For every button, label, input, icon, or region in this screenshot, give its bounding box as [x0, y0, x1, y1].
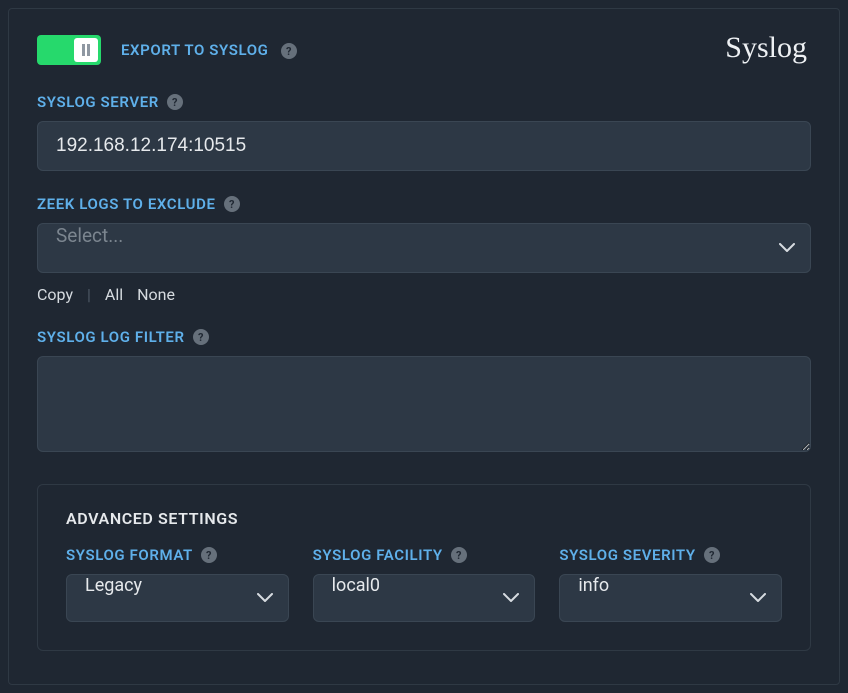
- syslog-format-select[interactable]: Legacy: [66, 574, 289, 622]
- server-field: SYSLOG SERVER ?: [37, 93, 811, 171]
- toggle-knob: [74, 38, 98, 62]
- copy-link[interactable]: Copy: [37, 285, 73, 304]
- help-icon[interactable]: ?: [451, 547, 467, 563]
- help-icon[interactable]: ?: [224, 196, 240, 212]
- advanced-settings-title: ADVANCED SETTINGS: [66, 509, 782, 528]
- help-icon[interactable]: ?: [167, 94, 183, 110]
- export-toggle-row: EXPORT TO SYSLOG ?: [37, 33, 811, 67]
- severity-select-wrap: info: [559, 574, 782, 622]
- format-select-wrap: Legacy: [66, 574, 289, 622]
- advanced-row: SYSLOG FORMAT ? Legacy SYSLOG FACILITY: [66, 546, 782, 622]
- help-icon[interactable]: ?: [193, 329, 209, 345]
- format-field: SYSLOG FORMAT ? Legacy: [66, 546, 289, 622]
- svg-text:?: ?: [206, 549, 212, 562]
- syslog-server-input[interactable]: [37, 121, 811, 171]
- pause-icon: [81, 44, 91, 56]
- svg-text:?: ?: [286, 45, 292, 58]
- syslog-severity-select[interactable]: info: [559, 574, 782, 622]
- format-label-text: SYSLOG FORMAT: [66, 546, 193, 564]
- facility-label-text: SYSLOG FACILITY: [313, 546, 443, 564]
- severity-field: SYSLOG SEVERITY ? info: [559, 546, 782, 622]
- advanced-settings: ADVANCED SETTINGS SYSLOG FORMAT ? Legacy: [37, 484, 811, 651]
- exclude-select-wrap: Select...: [37, 223, 811, 273]
- help-icon[interactable]: ?: [704, 547, 720, 563]
- export-to-syslog-toggle[interactable]: [37, 35, 101, 65]
- server-label: SYSLOG SERVER ?: [37, 93, 811, 111]
- zeek-logs-exclude-select[interactable]: Select...: [37, 223, 811, 273]
- all-link[interactable]: All: [105, 285, 123, 304]
- severity-label-text: SYSLOG SEVERITY: [559, 546, 695, 564]
- filter-label: SYSLOG LOG FILTER ?: [37, 328, 811, 346]
- facility-select-wrap: local0: [313, 574, 536, 622]
- syslog-settings-panel: Syslog EXPORT TO SYSLOG ? SYSLOG SERVER …: [8, 8, 840, 685]
- page-title: Syslog: [725, 31, 807, 65]
- svg-text:?: ?: [172, 96, 178, 109]
- syslog-log-filter-input[interactable]: [37, 356, 811, 452]
- svg-text:?: ?: [198, 331, 204, 344]
- export-to-syslog-label: EXPORT TO SYSLOG ?: [121, 41, 297, 59]
- format-label: SYSLOG FORMAT ?: [66, 546, 289, 564]
- syslog-facility-select[interactable]: local0: [313, 574, 536, 622]
- exclude-field: ZEEK LOGS TO EXCLUDE ? Select... Copy | …: [37, 195, 811, 304]
- svg-text:?: ?: [456, 549, 462, 562]
- exclude-label: ZEEK LOGS TO EXCLUDE ?: [37, 195, 811, 213]
- help-icon[interactable]: ?: [201, 547, 217, 563]
- help-icon[interactable]: ?: [281, 43, 297, 59]
- server-label-text: SYSLOG SERVER: [37, 93, 159, 111]
- facility-field: SYSLOG FACILITY ? local0: [313, 546, 536, 622]
- svg-text:?: ?: [228, 198, 234, 211]
- separator: |: [87, 285, 91, 304]
- facility-label: SYSLOG FACILITY ?: [313, 546, 536, 564]
- filter-label-text: SYSLOG LOG FILTER: [37, 328, 185, 346]
- filter-field: SYSLOG LOG FILTER ?: [37, 328, 811, 456]
- exclude-quicklinks: Copy | All None: [37, 285, 811, 304]
- exclude-label-text: ZEEK LOGS TO EXCLUDE: [37, 195, 216, 213]
- export-to-syslog-text: EXPORT TO SYSLOG: [121, 41, 269, 59]
- severity-label: SYSLOG SEVERITY ?: [559, 546, 782, 564]
- none-link[interactable]: None: [137, 285, 175, 304]
- svg-text:?: ?: [709, 549, 715, 562]
